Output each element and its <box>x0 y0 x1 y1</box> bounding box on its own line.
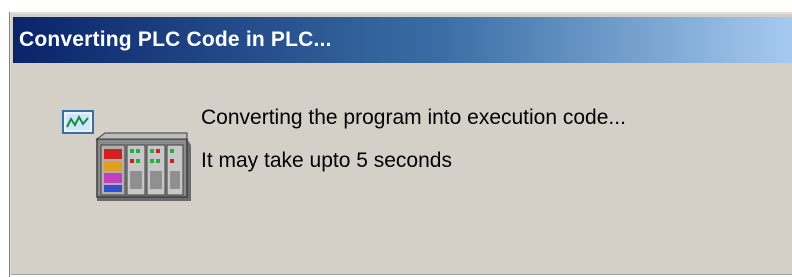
converting-dialog: Converting PLC Code in PLC... Converting… <box>9 12 792 277</box>
title-bar[interactable]: Converting PLC Code in PLC... <box>13 17 792 63</box>
window-title: Converting PLC Code in PLC... <box>19 28 332 51</box>
plc-device-icon <box>62 110 191 201</box>
status-message: Converting the program into execution co… <box>201 106 626 129</box>
duration-message: It may take upto 5 seconds <box>201 149 452 172</box>
